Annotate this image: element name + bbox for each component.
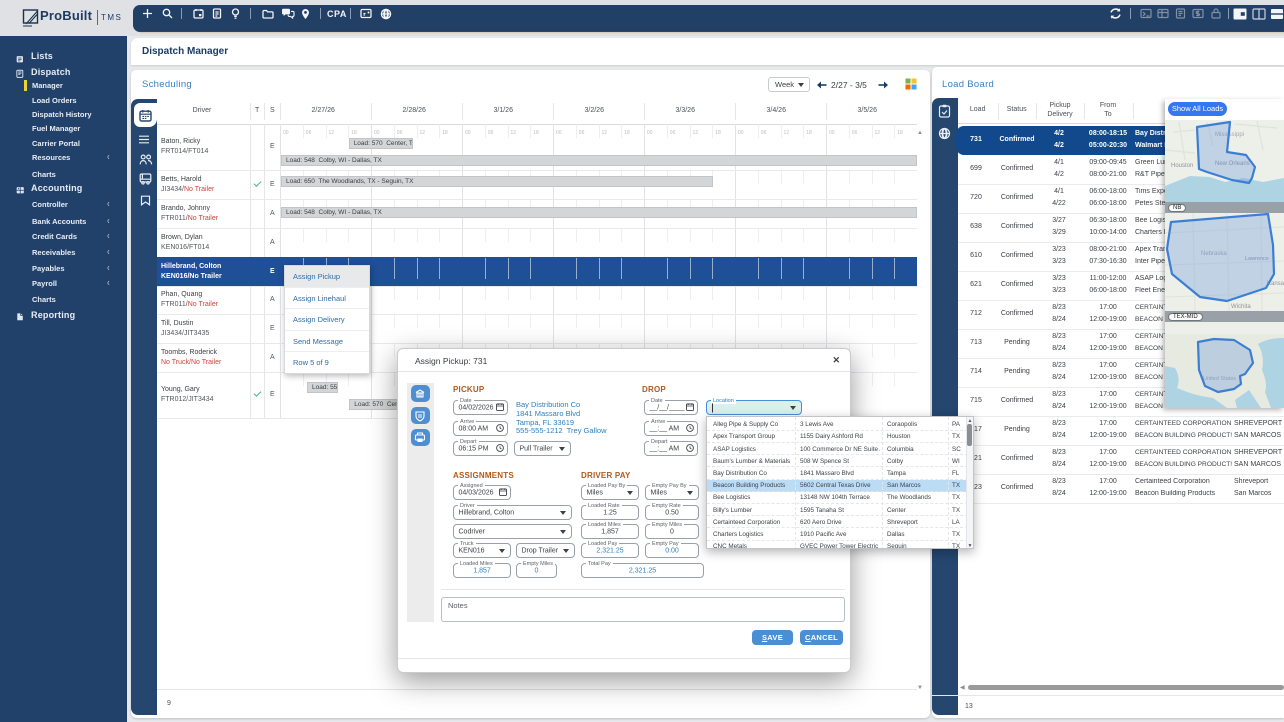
svg-text:Houston: Houston xyxy=(1171,163,1193,169)
svg-text:Wichita: Wichita xyxy=(1231,304,1251,310)
